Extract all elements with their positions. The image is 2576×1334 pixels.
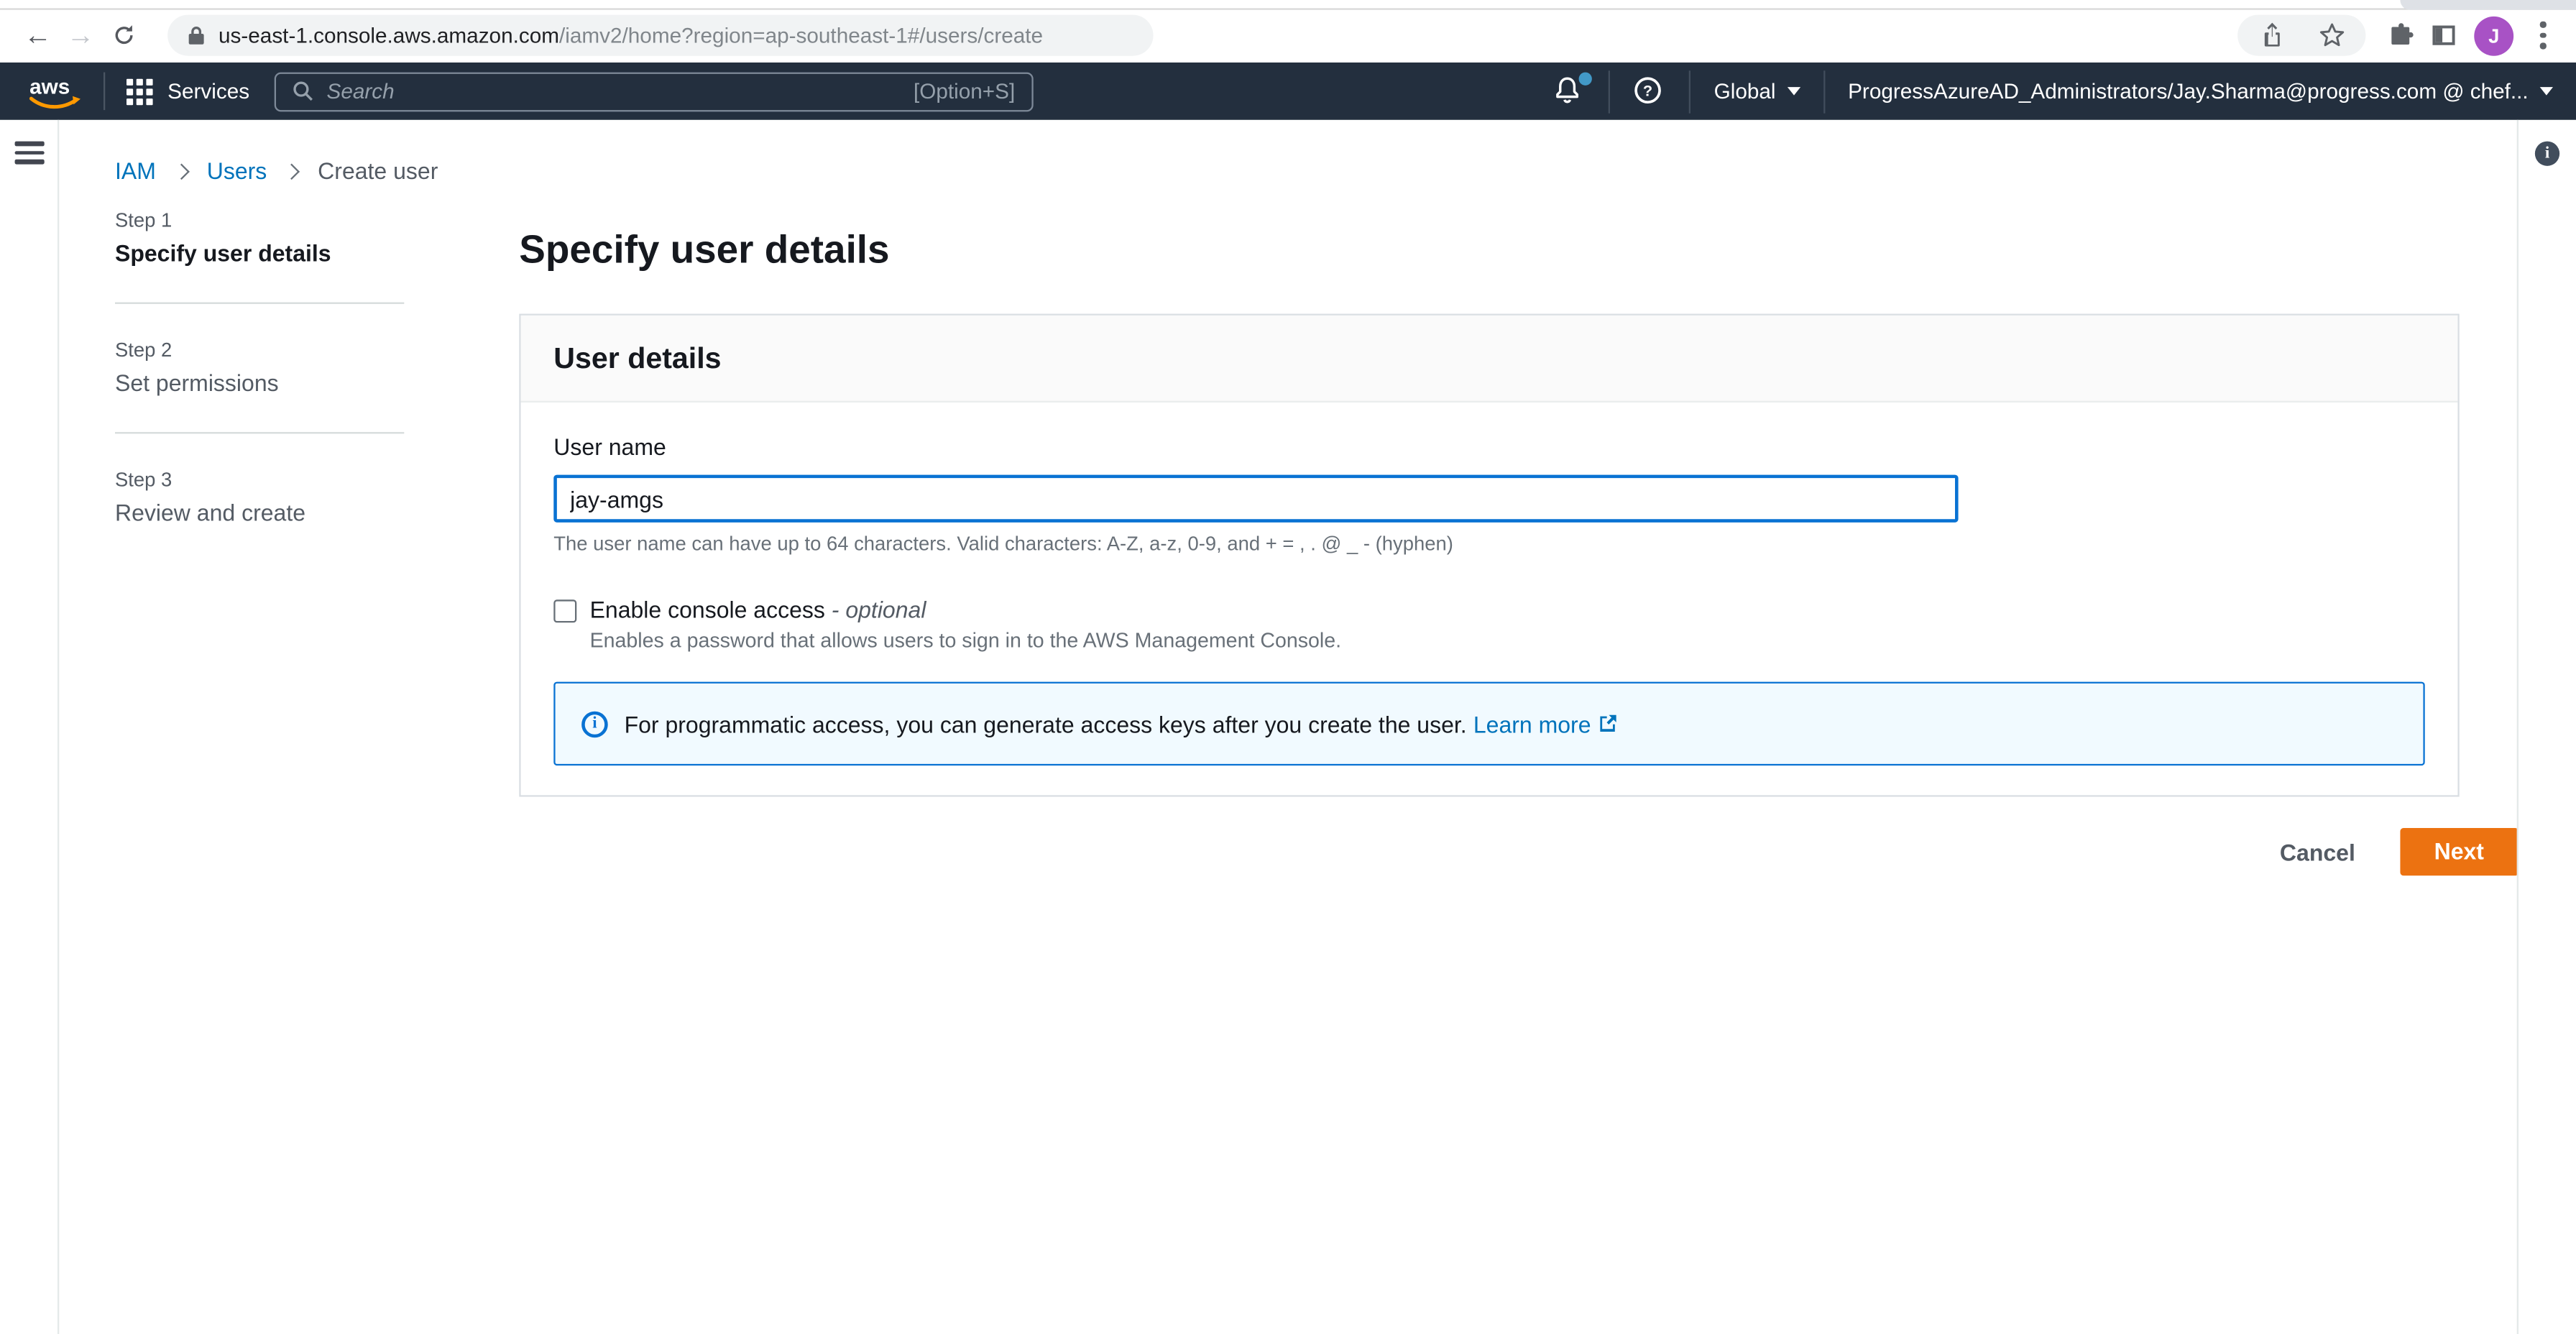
console-access-checkbox[interactable] xyxy=(553,599,577,623)
reload-icon xyxy=(114,25,132,45)
wizard-step-3[interactable]: Step 3 Review and create xyxy=(115,468,404,525)
step-number: Step 3 xyxy=(114,468,172,492)
console-access-help-text: Enables a password that allows users to … xyxy=(589,629,1342,653)
browser-forward-button[interactable]: → xyxy=(59,14,101,56)
url-domain: us-east-1.console.aws.amazon.com xyxy=(218,22,559,48)
breadcrumb: IAM Users Create user xyxy=(59,120,2516,184)
search-shortcut-hint: [Option+S] xyxy=(913,78,1016,104)
url-path: /iamv2/home?region=ap-southeast-1#/users… xyxy=(558,22,1044,48)
optional-label: - optional xyxy=(831,596,926,623)
aws-search-input[interactable] xyxy=(326,78,901,104)
chevron-down-icon xyxy=(2539,87,2553,96)
cancel-button[interactable]: Cancel xyxy=(2280,839,2355,865)
learn-more-link[interactable]: Learn more xyxy=(1473,711,1591,737)
username-label: User name xyxy=(553,433,666,460)
region-selector[interactable]: Global xyxy=(1714,79,1776,104)
account-menu[interactable]: ProgressAzureAD_Administrators/Jay.Sharm… xyxy=(1848,79,2529,104)
console-access-row: Enable console access - optional xyxy=(553,597,2424,623)
aws-top-nav: aws Services [Option+S] xyxy=(0,62,2576,120)
window-top-strip xyxy=(0,0,2576,10)
browser-toolbar: ← → us-east-1.console.aws.amazon.com/iam… xyxy=(0,10,2576,61)
breadcrumb-separator-icon xyxy=(284,162,301,180)
wizard-step-2[interactable]: Step 2 Set permissions xyxy=(115,339,404,396)
wizard-step-1[interactable]: Step 1 Specify user details xyxy=(115,208,404,266)
left-rail xyxy=(0,119,60,1334)
wizard-steps-nav: Step 1 Specify user details Step 2 Set p… xyxy=(59,208,405,796)
notification-dot xyxy=(1579,71,1593,85)
nav-separator xyxy=(1689,70,1691,113)
side-panel-button[interactable] xyxy=(2421,14,2464,56)
next-button[interactable]: Next xyxy=(2399,827,2517,876)
bell-icon xyxy=(1556,76,1579,103)
lock-icon xyxy=(188,27,204,45)
wizard-layout: Step 1 Specify user details Step 2 Set p… xyxy=(59,208,2516,797)
info-icon: i xyxy=(581,710,608,737)
step-divider xyxy=(114,302,405,304)
side-panel-icon xyxy=(2432,25,2455,45)
aws-logo-text: aws xyxy=(29,74,70,98)
wizard-main-panel: Specify user details User details User n… xyxy=(519,208,2460,797)
step-label: Review and create xyxy=(114,499,306,526)
tab-strip-fragment xyxy=(2400,0,2576,10)
alert-text: For programmatic access, you can generat… xyxy=(624,710,1467,737)
aws-search-box[interactable]: [Option+S] xyxy=(274,71,1034,111)
step-label: Set permissions xyxy=(114,369,279,396)
star-icon xyxy=(2319,23,2344,47)
screen: ← → us-east-1.console.aws.amazon.com/iam… xyxy=(0,0,2576,1334)
share-icon xyxy=(2263,22,2279,47)
page-body: IAM Users Create user Step 1 Specify use… xyxy=(0,119,2576,1334)
breadcrumb-current: Create user xyxy=(318,157,438,184)
browser-actions: J xyxy=(2237,14,2559,56)
aws-logo[interactable]: aws xyxy=(27,71,83,111)
nav-divider xyxy=(103,72,106,111)
step-number: Step 2 xyxy=(114,338,172,362)
browser-back-button[interactable]: ← xyxy=(17,14,59,56)
search-icon xyxy=(293,81,313,101)
page-title: Specify user details xyxy=(519,228,890,273)
external-link-icon xyxy=(1601,714,1617,732)
services-menu[interactable]: Services xyxy=(167,79,249,104)
aws-nav-right: ? Global ProgressAzureAD_Administrators/… xyxy=(1553,70,2553,113)
services-grid-icon[interactable] xyxy=(126,78,153,105)
username-help-text: The user name can have up to 64 characte… xyxy=(553,532,1453,556)
svg-text:?: ? xyxy=(1644,80,1653,98)
main-content: IAM Users Create user Step 1 Specify use… xyxy=(59,120,2517,1334)
console-access-label-text: Enable console access xyxy=(589,596,825,623)
share-button[interactable] xyxy=(2250,14,2293,56)
bookmark-button[interactable] xyxy=(2310,14,2352,56)
breadcrumb-users[interactable]: Users xyxy=(207,157,267,184)
card-title: User details xyxy=(553,341,722,375)
extensions-button[interactable] xyxy=(2379,14,2421,56)
step-divider xyxy=(114,432,405,434)
sidebar-toggle-button[interactable] xyxy=(14,141,45,164)
puzzle-icon xyxy=(2391,23,2413,45)
username-input[interactable] xyxy=(553,474,1959,523)
help-button[interactable]: ? xyxy=(1634,75,1667,108)
wizard-actions: Cancel Next xyxy=(579,827,2517,876)
share-bookmark-group xyxy=(2237,14,2366,56)
notifications-button[interactable] xyxy=(1553,71,1593,108)
card-header: User details xyxy=(520,315,2458,402)
browser-reload-button[interactable] xyxy=(102,14,144,56)
step-label: Specify user details xyxy=(114,239,331,267)
help-icon: ? xyxy=(1634,76,1662,103)
url-text: us-east-1.console.aws.amazon.com/iamv2/h… xyxy=(218,23,1043,47)
info-panel-button[interactable]: i xyxy=(2534,141,2560,166)
step-number: Step 1 xyxy=(114,208,172,232)
browser-profile-avatar[interactable]: J xyxy=(2474,15,2514,55)
right-rail: i xyxy=(2516,119,2576,1334)
user-details-card: User details User name The user name can… xyxy=(519,313,2460,797)
chevron-down-icon xyxy=(1787,87,1800,96)
browser-menu-button[interactable] xyxy=(2526,22,2559,49)
address-bar[interactable]: us-east-1.console.aws.amazon.com/iamv2/h… xyxy=(167,14,1154,56)
browser-chrome: ← → us-east-1.console.aws.amazon.com/iam… xyxy=(0,0,2576,63)
breadcrumb-separator-icon xyxy=(173,162,190,180)
console-access-label: Enable console access - optional xyxy=(590,597,926,623)
info-alert: i For programmatic access, you can gener… xyxy=(553,681,2425,766)
nav-separator xyxy=(1823,70,1826,113)
breadcrumb-iam[interactable]: IAM xyxy=(115,157,156,184)
card-body: User name The user name can have up to 6… xyxy=(521,402,2458,795)
nav-separator xyxy=(1609,70,1611,113)
